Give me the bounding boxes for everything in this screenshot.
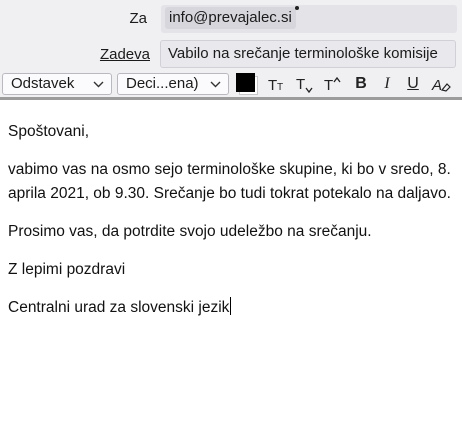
header-divider [0,97,462,100]
paragraph-format-value: Odstavek [11,75,75,92]
greeting: Spoštovani, [8,123,89,140]
smaller-font-icon: TT [268,77,283,94]
recipient-pill[interactable]: info@prevajalec.si [165,6,299,29]
font-family-select[interactable]: Deci...ena) [117,73,229,95]
bold-button[interactable]: B [350,73,372,95]
superscript-icon: T [324,76,341,94]
recipient-field[interactable]: info@prevajalec.si [161,5,457,33]
text-caret [230,297,232,315]
signature: Centralni urad za slovenski jezik [8,299,230,316]
svg-text:A: A [431,77,442,94]
body-paragraph-2: Prosimo vas, da potrdite svojo udeležbo … [8,223,372,240]
body-paragraph-1: vabimo vas na osmo sejo terminološke sku… [8,161,451,202]
eraser-icon: A [431,77,451,94]
message-body[interactable]: Spoštovani, vabimo vas na osmo sejo term… [8,120,458,334]
subject-input[interactable]: Vabilo na srečanje terminološke komisije [160,40,456,68]
text-color-swatch[interactable] [236,73,255,92]
font-family-value: Deci...ena) [126,75,199,92]
underline-button[interactable]: U [402,73,424,95]
svg-text:T: T [268,77,277,94]
to-label: Za [129,10,147,27]
recipient-address: info@prevajalec.si [169,9,292,26]
compose-header: Za info@prevajalec.si Zadeva Vabilo na s… [0,0,462,100]
recipient-status-icon [294,6,299,10]
paragraph-format-select[interactable]: Odstavek [2,73,112,95]
signature-line: Centralni urad za slovenski jezik [8,296,458,320]
svg-text:T: T [324,77,333,94]
subscript-icon: T [296,76,313,94]
svg-text:T: T [296,76,305,93]
italic-button[interactable]: I [376,73,398,95]
clear-formatting-button[interactable]: A [430,73,452,95]
closing: Z lepimi pozdravi [8,261,126,278]
subscript-button[interactable]: T [294,73,316,95]
subject-label: Zadeva [99,46,150,63]
superscript-button[interactable]: T [322,73,344,95]
smaller-font-button[interactable]: TT [266,73,288,95]
svg-text:T: T [277,82,283,93]
